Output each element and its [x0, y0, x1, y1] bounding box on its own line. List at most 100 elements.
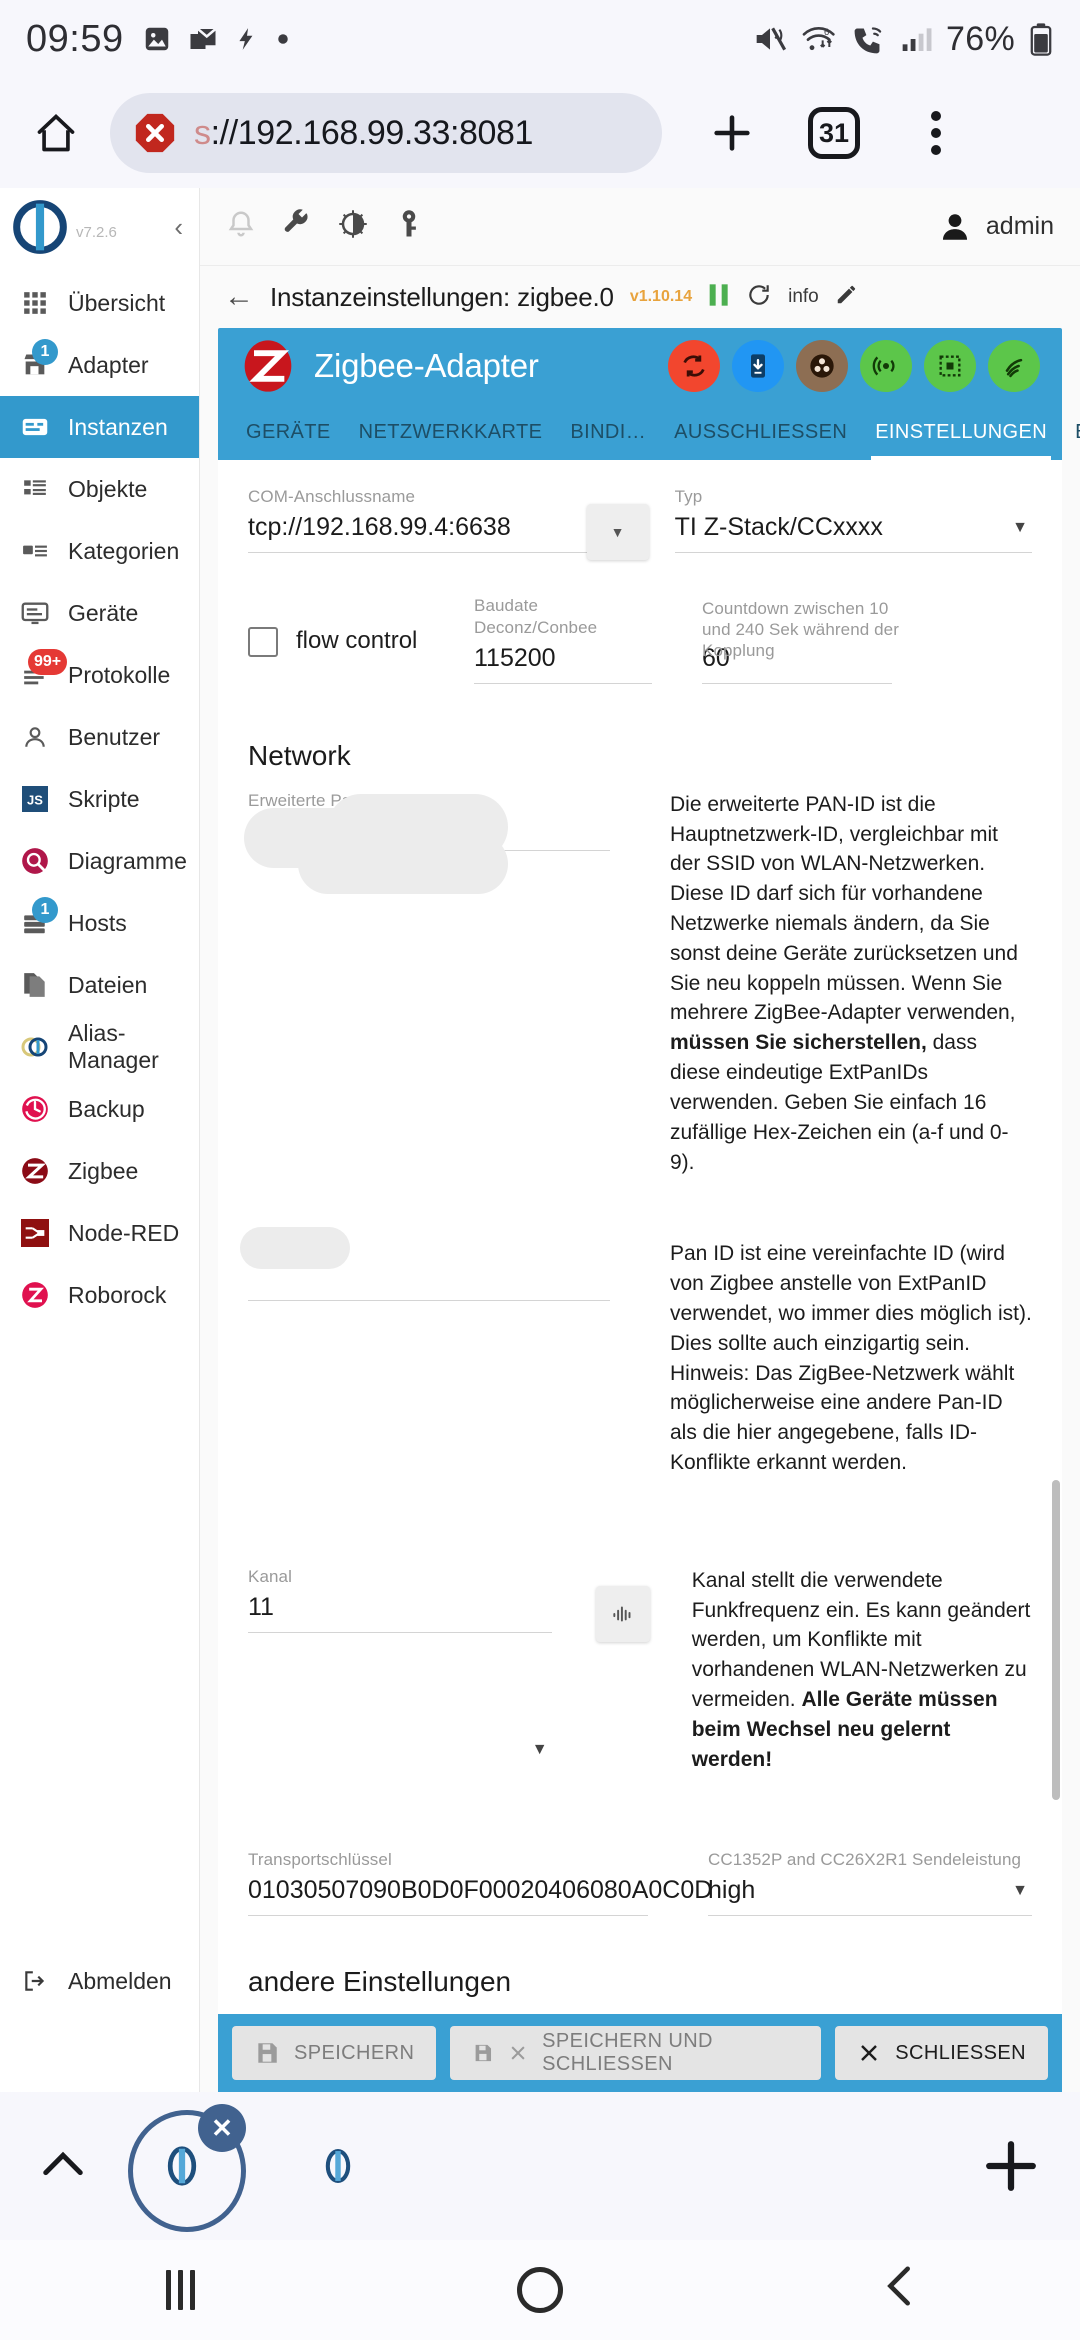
sidebar-item-objekte[interactable]: Objekte: [0, 458, 199, 520]
chevron-down-icon[interactable]: ▼: [532, 1741, 548, 1759]
recents-button[interactable]: [120, 2270, 240, 2310]
sidebar-item-benutzer[interactable]: Benutzer: [0, 706, 199, 768]
tab-geraete[interactable]: GERÄTE: [232, 404, 345, 460]
tab-entwickler[interactable]: ENTWICKLER: [1061, 404, 1080, 460]
sidebar-item-dateien[interactable]: Dateien: [0, 954, 199, 1016]
sidebar-item-kategorien[interactable]: Kategorien: [0, 520, 199, 582]
sidebar-item-roborock[interactable]: Roborock: [0, 1264, 199, 1326]
new-tab-button[interactable]: [696, 97, 768, 169]
zigbee-icon: [18, 1154, 52, 1188]
network-icon[interactable]: [988, 340, 1040, 392]
save-and-close-button[interactable]: SPEICHERN UND SCHLIESSEN: [450, 2026, 822, 2080]
browser-tab-active[interactable]: ✕: [122, 2104, 246, 2232]
url-text[interactable]: s://192.168.99.33:8081: [194, 114, 533, 153]
sidebar-item-backup[interactable]: Backup: [0, 1078, 199, 1140]
sidebar-item-zigbee[interactable]: Zigbee: [0, 1140, 199, 1202]
channel-scan-button[interactable]: [595, 1585, 650, 1642]
home-button-nav[interactable]: [480, 2267, 600, 2313]
field-ext-pan-id[interactable]: Erweiterte Pan ID: [244, 790, 610, 1178]
tab-einstellungen[interactable]: EINSTELLUNGEN: [861, 404, 1061, 460]
sidebar-badge: 99+: [28, 649, 68, 675]
close-button[interactable]: SCHLIESSEN: [835, 2026, 1048, 2080]
user-name: admin: [985, 212, 1054, 240]
sidebar-item-abmelden[interactable]: Abmelden: [0, 1950, 200, 2012]
sidebar-item-node-red[interactable]: Node-RED: [0, 1202, 199, 1264]
call-wifi-icon: [852, 23, 886, 55]
sidebar-collapse-icon[interactable]: ‹: [174, 214, 183, 240]
expand-tabs-icon[interactable]: [40, 2146, 86, 2187]
back-button-nav[interactable]: [840, 2263, 960, 2317]
admin-app-bar: admin: [200, 188, 1080, 266]
sidebar-item-skripte[interactable]: JS Skripte: [0, 768, 199, 830]
network-section-title: Network: [248, 739, 351, 771]
sidebar-item-adapter[interactable]: 1 Adapter: [0, 334, 199, 396]
save-button[interactable]: SPEICHERN: [232, 2026, 437, 2080]
row-serial-options: flow control Baudate Deconz/Conbee 11520…: [248, 595, 1032, 684]
groups-icon[interactable]: [796, 340, 848, 392]
categories-icon: [18, 534, 52, 568]
pan-id-help: Pan ID ist eine vereinfachte ID (wird vo…: [670, 1239, 1032, 1478]
pencil-icon[interactable]: [835, 284, 857, 311]
pause-icon[interactable]: [708, 283, 730, 312]
row-ext-pan-id: Erweiterte Pan ID Die erweiterte PAN-ID …: [244, 790, 1032, 1178]
url-bar[interactable]: s://192.168.99.33:8081: [110, 93, 662, 173]
reset-icon[interactable]: [668, 340, 720, 392]
wifi6-icon: 6: [801, 23, 839, 55]
zigbee-card-header: Zigbee-Adapter: [218, 328, 1062, 404]
field-baudrate[interactable]: Baudate Deconz/Conbee 115200: [474, 595, 652, 684]
field-label: Transportschlüssel: [248, 1849, 392, 1869]
sidebar-nav: Übersicht 1 Adapter Instanzen Objekte Ka…: [0, 272, 199, 1326]
sidebar-item-alias-manager[interactable]: Alias-Manager: [0, 1016, 199, 1078]
browser-menu-button[interactable]: [900, 97, 972, 169]
field-countdown[interactable]: Countdown zwischen 10 und 240 Sek währen…: [702, 599, 899, 684]
com-port-dropdown-button[interactable]: ▼: [586, 504, 649, 560]
sidebar-item-diagramme[interactable]: Diagramme: [0, 830, 199, 892]
sidebar-footer: Abmelden: [0, 1950, 200, 2012]
sidebar-item-label: Übersicht: [68, 289, 166, 316]
zigbee-card-actions: [668, 340, 1040, 392]
field-transport-key[interactable]: Transportschlüssel 01030507090B0D0F00020…: [248, 1849, 712, 1916]
refresh-icon[interactable]: [746, 282, 772, 313]
back-button[interactable]: ←: [224, 282, 254, 312]
help-text: Kanal stellt die verwendete Funkfrequenz…: [691, 1568, 1031, 1771]
browser-tab-second[interactable]: [278, 2106, 398, 2226]
page-scrollbar[interactable]: [1052, 1480, 1060, 1800]
tab-binding[interactable]: BINDI…: [556, 404, 660, 460]
zigbee-adapter-card: Zigbee-Adapter GERÄTE NETZWERKKARTE BIND…: [218, 328, 1080, 460]
home-button[interactable]: [24, 101, 88, 165]
sidebar-item-hosts[interactable]: 1 Hosts: [0, 892, 199, 954]
new-tab-strip-button[interactable]: [982, 2137, 1040, 2195]
contrast-icon[interactable]: [338, 209, 368, 244]
close-tab-button[interactable]: ✕: [198, 2104, 246, 2152]
sidebar-item-protokolle[interactable]: 99+ Protokolle: [0, 644, 199, 706]
field-pan-id[interactable]: Pan ID: [240, 1227, 610, 1478]
field-type[interactable]: Typ TI Z-Stack/CCxxxx ▼: [674, 486, 1032, 554]
url-scheme: s: [194, 113, 211, 152]
bell-icon[interactable]: [226, 209, 256, 244]
pairing-icon[interactable]: [860, 340, 912, 392]
battery-percent: 76%: [946, 19, 1015, 58]
tab-ausschliessen[interactable]: AUSSCHLIESSEN: [660, 404, 861, 460]
ota-update-icon[interactable]: [732, 340, 784, 392]
wrench-icon[interactable]: [282, 209, 312, 244]
chevron-down-icon[interactable]: ▼: [1012, 1882, 1028, 1900]
info-label[interactable]: info: [788, 286, 819, 308]
field-label: CC1352P and CC26X2R1 Sendeleistung: [708, 1849, 1022, 1869]
iobroker-favicon: [167, 2146, 197, 2186]
checkbox-flow-control[interactable]: flow control: [248, 625, 448, 683]
tab-netzwerkkarte[interactable]: NETZWERKKARTE: [345, 404, 557, 460]
field-tx-power[interactable]: CC1352P and CC26X2R1 Sendeleistung high …: [708, 1849, 1032, 1916]
field-com-port[interactable]: COM-Anschlussname tcp://192.168.99.4:663…: [248, 486, 649, 560]
tab-switcher-button[interactable]: 31: [798, 97, 870, 169]
channel-help: Kanal stellt die verwendete Funkfrequenz…: [692, 1566, 1032, 1775]
field-channel[interactable]: Kanal 11 ▼: [248, 1566, 552, 1775]
insecure-octagon-icon[interactable]: [132, 110, 178, 156]
chevron-down-icon[interactable]: ▼: [1012, 519, 1028, 537]
sidebar-item-instanzen[interactable]: Instanzen: [0, 396, 199, 458]
sidebar-item-uebersicht[interactable]: Übersicht: [0, 272, 199, 334]
checkbox-box[interactable]: [248, 626, 278, 657]
user-menu[interactable]: admin: [938, 210, 1054, 244]
sidebar-item-geraete[interactable]: Geräte: [0, 582, 199, 644]
touchlink-icon[interactable]: [924, 340, 976, 392]
key-icon[interactable]: [394, 209, 424, 244]
